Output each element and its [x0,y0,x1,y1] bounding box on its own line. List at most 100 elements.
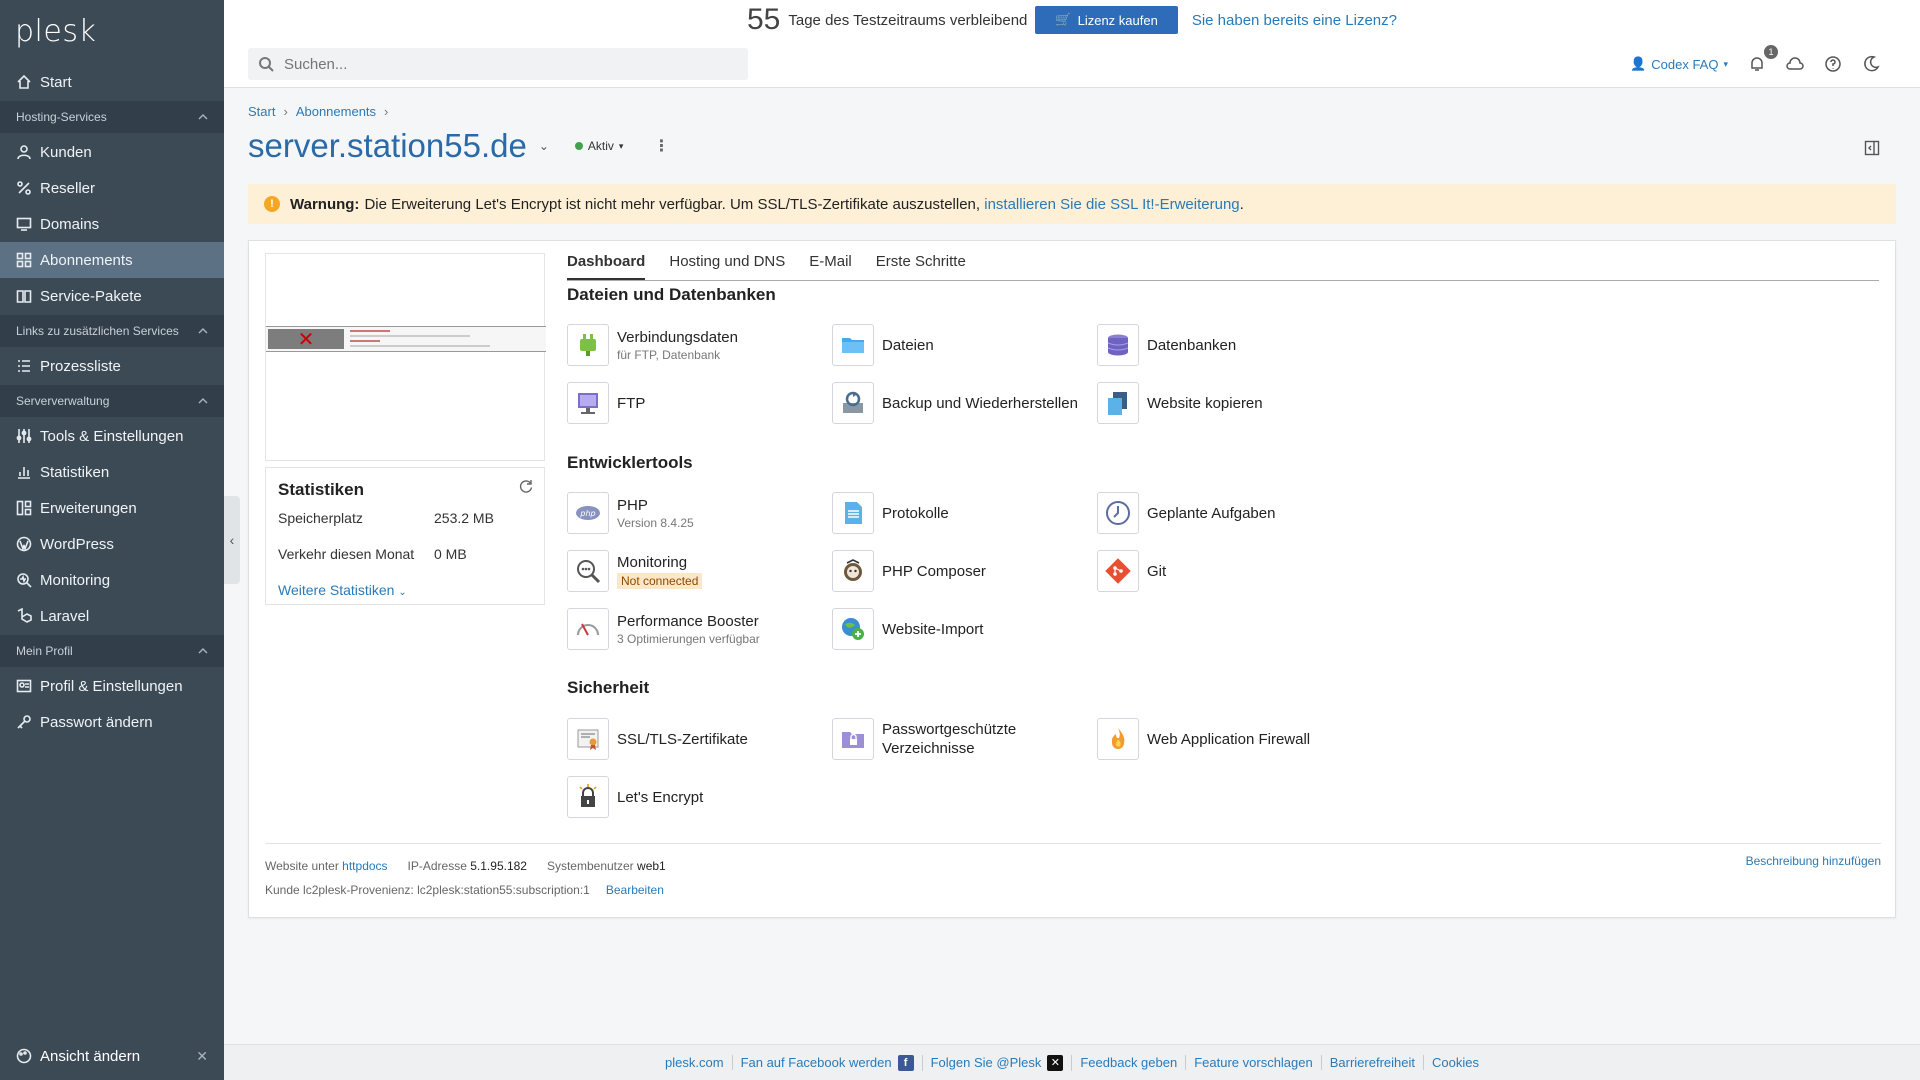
sidebar-item-statistiken[interactable]: Statistiken [0,454,224,490]
sidebar-item-laravel[interactable]: Laravel [0,598,224,634]
refresh-icon[interactable] [518,478,534,494]
footer-facebook-link[interactable]: Fan auf Facebook werden f [733,1054,923,1071]
sidebar-item-service-pakete[interactable]: Service-Pakete [0,278,224,314]
tile-website-import[interactable]: Website-Import [832,607,1092,651]
search-input[interactable] [284,55,724,73]
svg-text:php: php [579,509,595,518]
ftp-icon [567,382,609,424]
sidebar-item-tools[interactable]: Tools & Einstellungen [0,418,224,454]
sidebar-item-monitoring[interactable]: Monitoring [0,562,224,598]
nav-group-hosting[interactable]: Hosting-Services [0,101,224,133]
footer-accessibility-link[interactable]: Barrierefreiheit [1322,1055,1424,1070]
user-menu[interactable]: 👤 Codex FAQ ▾ [1630,56,1728,72]
notifications-icon[interactable]: 1 [1748,45,1778,73]
tab-dashboard[interactable]: Dashboard [567,253,646,280]
close-icon[interactable]: ✕ [196,1048,208,1065]
footer-cookies-link[interactable]: Cookies [1424,1055,1487,1070]
footer-link-label: plesk.com [665,1055,724,1070]
buy-license-button[interactable]: 🛒 Lizenz kaufen [1035,6,1178,34]
main-content: Start › Abonnements › server.station55.d… [224,88,1920,1042]
tile-verbindungsdaten[interactable]: Verbindungsdaten für FTP, Datenbank [567,323,827,367]
tile-php-composer[interactable]: PHP Composer [832,549,1092,593]
search-box[interactable] [248,48,748,80]
tile-website-kopieren[interactable]: Website kopieren [1097,381,1357,425]
title-row: server.station55.de ⌄ Aktiv ▾ ⋮ [248,126,669,166]
locked-folder-icon [832,718,874,760]
sidebar-item-erweiterungen[interactable]: Erweiterungen [0,490,224,526]
breadcrumb-start[interactable]: Start [248,104,275,119]
tab-erste-schritte[interactable]: Erste Schritte [876,253,966,280]
title-dropdown-icon[interactable]: ⌄ [539,139,549,153]
footer-x-link[interactable]: Folgen Sie @Plesk ✕ [923,1054,1073,1071]
footer-feature-link[interactable]: Feature vorschlagen [1186,1055,1322,1070]
tile-lets-encrypt[interactable]: Let's Encrypt [567,775,827,819]
sidebar-item-kunden[interactable]: Kunden [0,134,224,170]
breadcrumb-abonnements[interactable]: Abonnements [296,104,376,119]
tile-geplante-aufgaben[interactable]: Geplante Aufgaben [1097,491,1357,535]
sidebar-item-start[interactable]: Start [0,64,224,100]
sidebar-item-abonnements[interactable]: Abonnements [0,242,224,278]
add-description-link[interactable]: Beschreibung hinzufügen [1746,854,1881,868]
footer-link-label: Feedback geben [1080,1055,1178,1070]
install-ssl-it-link[interactable]: installieren Sie die SSL It!-Erweiterung [984,196,1239,213]
tile-subtitle: für FTP, Datenbank [617,347,721,362]
tile-performance-booster[interactable]: Performance Booster 3 Optimierungen verfü… [567,607,827,651]
percent-icon [16,180,32,196]
key-icon [16,714,32,730]
disk-value: 253.2 MB [434,510,494,526]
tile-monitoring[interactable]: Monitoring Not connected [567,549,827,593]
subscription-card: ✕ Statistiken Speicherplatz 253.2 MB Verk… [248,240,1896,918]
tile-web-application-firewall[interactable]: Web Application Firewall [1097,717,1357,761]
home-icon [16,74,32,90]
sidebar-item-profil[interactable]: Profil & Einstellungen [0,668,224,704]
sidebar-item-label: Domains [40,215,100,233]
plesk-logo[interactable]: plesk [0,0,224,64]
nav-group-label: Mein Profil [16,644,73,658]
sidebar-item-label: Kunden [40,143,92,161]
tile-subtitle: 3 Optimierungen verfügbar [617,631,760,646]
tab-email[interactable]: E-Mail [809,253,852,280]
panel-toggle-icon[interactable] [1864,140,1880,156]
cloud-icon[interactable] [1786,55,1804,73]
change-view-item[interactable]: Ansicht ändern ✕ [0,1038,224,1074]
sidebar: plesk Start Hosting-Services Kunden Rese… [0,0,224,1080]
footer-feedback-link[interactable]: Feedback geben [1072,1055,1187,1070]
card-footer: Website unter httpdocs IP-Adresse 5.1.95… [265,843,1881,902]
tile-datenbanken[interactable]: Datenbanken [1097,323,1357,367]
footer-link-label: Fan auf Facebook werden [740,1055,892,1070]
footer-plesk-link[interactable]: plesk.com [657,1055,733,1070]
tile-backup[interactable]: Backup und Wiederherstellen [832,381,1092,425]
git-icon [1097,550,1139,592]
sidebar-item-domains[interactable]: Domains [0,206,224,242]
tile-protokolle[interactable]: Protokolle [832,491,1092,535]
chevron-up-icon [198,114,208,120]
tile-git[interactable]: Git [1097,549,1357,593]
sidebar-item-passwort[interactable]: Passwort ändern [0,704,224,740]
more-stats-link[interactable]: Weitere Statistiken ⌄ [278,582,532,598]
tile-title: Datenbanken [1147,336,1237,354]
more-actions-icon[interactable]: ⋮ [653,136,669,156]
help-icon[interactable] [1824,55,1842,73]
tile-ftp[interactable]: FTP [567,381,827,425]
have-license-link[interactable]: Sie haben bereits eine Lizenz? [1192,12,1397,29]
nav-group-server[interactable]: Serververwaltung [0,385,224,417]
plug-icon [567,324,609,366]
monitoring-icon [16,572,32,588]
httpdocs-link[interactable]: httpdocs [342,859,387,873]
tab-hosting-dns[interactable]: Hosting und DNS [669,253,785,280]
tile-title: Git [1147,562,1167,580]
tile-passwortgeschuetzte-verzeichnisse[interactable]: Passwortgeschützte Verzeichnisse [832,717,1092,761]
status-dropdown[interactable]: Aktiv ▾ [574,139,623,153]
monitor-icon [16,216,32,232]
tile-php[interactable]: php PHP Version 8.4.25 [567,491,827,535]
sidebar-item-reseller[interactable]: Reseller [0,170,224,206]
moon-icon[interactable] [1862,55,1880,73]
website-preview[interactable]: ✕ [265,253,546,461]
sidebar-item-prozessliste[interactable]: Prozessliste [0,348,224,384]
tile-dateien[interactable]: Dateien [832,323,1092,367]
nav-group-profil[interactable]: Mein Profil [0,635,224,667]
sidebar-item-wordpress[interactable]: WordPress [0,526,224,562]
nav-group-links[interactable]: Links zu zusätzlichen Services [0,315,224,347]
edit-link[interactable]: Bearbeiten [606,883,664,897]
tile-ssl-zertifikate[interactable]: SSL/TLS-Zertifikate [567,717,827,761]
